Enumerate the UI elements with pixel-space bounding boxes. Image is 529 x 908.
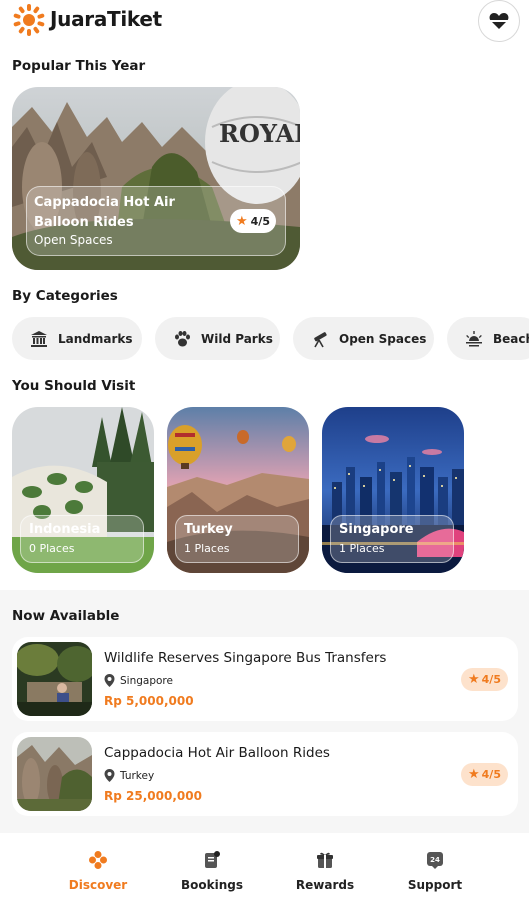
visit-card-count: 1 Places bbox=[184, 542, 230, 555]
nav-label: Support bbox=[407, 878, 463, 892]
nav-support[interactable]: 24 Support bbox=[390, 850, 480, 892]
category-label: Landmarks bbox=[58, 331, 133, 346]
bottom-navigation: Discover Bookings Rewards 24 Support bbox=[0, 838, 529, 908]
available-item-price: Rp 25,000,000 bbox=[104, 789, 202, 803]
available-item-rating: ★ 4/5 bbox=[461, 763, 508, 786]
nav-label: Rewards bbox=[295, 878, 355, 892]
category-landmarks[interactable]: Landmarks bbox=[12, 317, 142, 360]
available-item-rating: ★ 4/5 bbox=[461, 668, 508, 691]
ticket-icon bbox=[205, 851, 220, 868]
available-item-rating-value: 4/5 bbox=[481, 673, 501, 686]
visit-section-title: You Should Visit bbox=[12, 378, 136, 394]
category-label: Beach bbox=[493, 331, 529, 346]
available-item-title: Cappadocia Hot Air Balloon Rides bbox=[104, 745, 330, 761]
available-item[interactable]: Cappadocia Hot Air Balloon Rides Turkey … bbox=[12, 732, 518, 816]
available-item-location-label: Turkey bbox=[120, 769, 155, 782]
location-pin-icon bbox=[104, 769, 115, 782]
app-brand-name: JuaraTiket bbox=[50, 7, 162, 31]
available-item-rating-value: 4/5 bbox=[481, 768, 501, 781]
popular-card[interactable]: ROYAL Cappadocia Hot Air Balloon Rides O… bbox=[12, 87, 300, 270]
categories-section-title: By Categories bbox=[12, 288, 118, 304]
location-pin-icon bbox=[104, 674, 115, 687]
visit-card-singapore[interactable]: Singapore 1 Places bbox=[322, 407, 464, 573]
category-beach[interactable]: Beach bbox=[447, 317, 529, 360]
visit-card-name: Indonesia bbox=[29, 522, 101, 537]
available-item-thumbnail bbox=[17, 642, 92, 716]
paw-icon bbox=[175, 330, 190, 346]
visit-card-count: 1 Places bbox=[339, 542, 385, 555]
visit-card-turkey[interactable]: Turkey 1 Places bbox=[167, 407, 309, 573]
popular-card-rating-value: 4/5 bbox=[250, 214, 270, 228]
gift-icon bbox=[317, 852, 333, 868]
heart-icon bbox=[489, 13, 509, 29]
available-section-title: Now Available bbox=[12, 608, 120, 624]
nav-bookings[interactable]: Bookings bbox=[167, 850, 257, 892]
available-item-location: Turkey bbox=[104, 769, 154, 782]
app-screen: JuaraTiket Popular This Year ROYA Cappad… bbox=[0, 0, 529, 908]
nav-discover[interactable]: Discover bbox=[53, 850, 143, 892]
balloon-text: ROYAL bbox=[219, 119, 300, 148]
sunset-icon bbox=[466, 330, 482, 346]
available-item[interactable]: Wildlife Reserves Singapore Bus Transfer… bbox=[12, 637, 518, 721]
popular-card-category: Open Spaces bbox=[34, 233, 113, 247]
app-header: JuaraTiket bbox=[0, 0, 529, 46]
popular-section-title: Popular This Year bbox=[12, 58, 146, 74]
visit-card-name: Turkey bbox=[184, 522, 233, 537]
nav-label: Bookings bbox=[180, 878, 243, 892]
star-icon: ★ bbox=[468, 767, 480, 782]
sun-icon bbox=[13, 4, 45, 36]
telescope-icon bbox=[314, 331, 327, 347]
wildlife-photo bbox=[17, 642, 92, 716]
nav-label: Discover bbox=[68, 878, 128, 892]
popular-card-rating: ★ 4/5 bbox=[230, 209, 276, 233]
discover-icon bbox=[89, 851, 107, 869]
support-badge-text: 24 bbox=[430, 856, 440, 864]
star-icon: ★ bbox=[468, 672, 480, 687]
category-open-spaces[interactable]: Open Spaces bbox=[293, 317, 434, 360]
star-icon: ★ bbox=[236, 213, 248, 229]
landmark-icon bbox=[31, 330, 47, 347]
available-item-price: Rp 5,000,000 bbox=[104, 694, 194, 708]
visit-card-name: Singapore bbox=[339, 522, 414, 537]
nav-rewards[interactable]: Rewards bbox=[280, 850, 370, 892]
category-label: Open Spaces bbox=[339, 331, 427, 346]
cappadocia-thumb-photo bbox=[17, 737, 92, 811]
category-wild-parks[interactable]: Wild Parks bbox=[155, 317, 280, 360]
visit-card-count: 0 Places bbox=[29, 542, 75, 555]
available-item-title: Wildlife Reserves Singapore Bus Transfer… bbox=[104, 650, 387, 666]
visit-card-indonesia[interactable]: Indonesia 0 Places bbox=[12, 407, 154, 573]
available-item-location: Singapore bbox=[104, 674, 173, 687]
popular-card-title: Cappadocia Hot Air Balloon Rides bbox=[34, 195, 175, 230]
category-label: Wild Parks bbox=[201, 331, 273, 346]
favorites-button[interactable] bbox=[478, 0, 520, 42]
available-item-location-label: Singapore bbox=[120, 674, 173, 687]
support-24-icon: 24 bbox=[427, 852, 443, 869]
available-item-thumbnail bbox=[17, 737, 92, 811]
